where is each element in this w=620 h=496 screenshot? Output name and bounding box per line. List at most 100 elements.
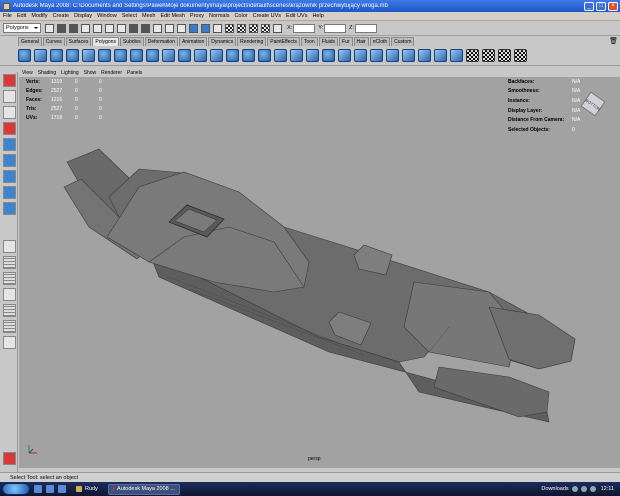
close-button[interactable]: ×	[608, 1, 618, 11]
split-polygon-icon[interactable]	[386, 49, 399, 62]
tab-fur[interactable]: Fur	[339, 37, 353, 46]
menu-help[interactable]: Help	[312, 13, 323, 19]
quicklaunch-icon-1[interactable]	[34, 485, 42, 493]
mirror-geometry-icon[interactable]	[290, 49, 303, 62]
input-mode-icon[interactable]	[273, 23, 282, 33]
layout-persp-outliner-icon[interactable]	[3, 288, 16, 301]
tray-volume-icon[interactable]	[580, 486, 587, 492]
menu-modify[interactable]: Modify	[31, 13, 47, 19]
select-hierarchy-icon[interactable]	[81, 23, 90, 33]
boolean-difference-icon[interactable]	[258, 49, 271, 62]
menu-create-uvs[interactable]: Create UVs	[253, 13, 281, 19]
tab-hair[interactable]: Hair	[353, 37, 369, 46]
x-input[interactable]	[293, 23, 316, 33]
tab-dynamics[interactable]: Dynamics	[208, 37, 237, 46]
menu-display[interactable]: Display	[74, 13, 92, 19]
poly-cube-icon[interactable]	[34, 49, 47, 62]
tab-painteffects[interactable]: PaintEffects	[267, 37, 300, 46]
poly-soccer-icon[interactable]	[178, 49, 191, 62]
maximize-button[interactable]: □	[596, 1, 606, 11]
y-input[interactable]	[324, 23, 347, 33]
render-icon[interactable]	[189, 23, 198, 33]
trash-icon[interactable]: 🗑	[609, 37, 618, 45]
snap-plane-icon[interactable]	[165, 23, 174, 33]
paint-select-tool-icon[interactable]	[3, 106, 16, 119]
taskbar-item-rudy[interactable]: Rudy	[72, 484, 102, 495]
minimize-button[interactable]: _	[584, 1, 594, 11]
tab-rendering[interactable]: Rendering	[237, 37, 267, 46]
checker-icon-b[interactable]	[237, 23, 246, 33]
quicklaunch-icon-2[interactable]	[46, 485, 54, 493]
append-polygon-icon[interactable]	[370, 49, 383, 62]
select-component-icon[interactable]	[105, 23, 114, 33]
tab-ncloth[interactable]: nCloth	[369, 37, 391, 46]
poly-cylinder-icon[interactable]	[50, 49, 63, 62]
uv-spherical-icon[interactable]	[498, 49, 511, 62]
tab-surfaces[interactable]: Surfaces	[65, 37, 92, 46]
poly-pipe-icon[interactable]	[146, 49, 159, 62]
menu-set-select[interactable]: Polygons	[3, 23, 41, 33]
tab-animation[interactable]: Animation	[178, 37, 208, 46]
layout-four-icon[interactable]	[3, 256, 16, 269]
lasso-tool-icon[interactable]	[3, 90, 16, 103]
save-scene-icon[interactable]	[69, 23, 78, 33]
perspective-viewport[interactable]: Verts: 1319 0 0 Edges: 2527 0 0 Faces: 1…	[19, 77, 620, 468]
panel-menu-panels[interactable]: Panels	[127, 70, 142, 76]
menu-edit[interactable]: Edit	[17, 13, 26, 19]
poly-torus-icon[interactable]	[98, 49, 111, 62]
taskbar-item-maya[interactable]: Autodesk Maya 2008 ...	[107, 483, 180, 495]
extrude-icon[interactable]	[338, 49, 351, 62]
offset-edge-loop-icon[interactable]	[418, 49, 431, 62]
uv-automatic-icon[interactable]	[514, 49, 527, 62]
soft-mod-tool-icon[interactable]	[3, 186, 16, 199]
select-object-icon[interactable]	[93, 23, 102, 33]
tab-subdivs[interactable]: Subdivs	[119, 37, 144, 46]
snap-curve-icon[interactable]	[141, 23, 150, 33]
ship-model[interactable]	[19, 77, 620, 468]
poly-prism-icon[interactable]	[114, 49, 127, 62]
sculpt-icon[interactable]	[322, 49, 335, 62]
last-tool-icon[interactable]	[3, 202, 16, 215]
panel-menu-show[interactable]: Show	[84, 70, 97, 76]
checker-icon-a[interactable]	[225, 23, 234, 33]
poly-helix-icon[interactable]	[162, 49, 175, 62]
reduce-icon[interactable]	[306, 49, 319, 62]
panel-menu-shading[interactable]: Shading	[38, 70, 56, 76]
combine-icon[interactable]	[194, 49, 207, 62]
separate-icon[interactable]	[210, 49, 223, 62]
menu-file[interactable]: File	[3, 13, 12, 19]
menu-window[interactable]: Window	[97, 13, 117, 19]
ipr-render-icon[interactable]	[201, 23, 210, 33]
layout-graph-icon[interactable]	[3, 304, 16, 317]
poly-sphere-icon[interactable]	[18, 49, 31, 62]
poly-plane-icon[interactable]	[82, 49, 95, 62]
poly-pyramid-icon[interactable]	[130, 49, 143, 62]
layout-hypershade-icon[interactable]	[3, 320, 16, 333]
tab-deformation[interactable]: Deformation	[144, 37, 178, 46]
checker-icon-c[interactable]	[249, 23, 258, 33]
boolean-union-icon[interactable]	[242, 49, 255, 62]
open-scene-icon[interactable]	[57, 23, 66, 33]
tab-toon[interactable]: Toon	[300, 37, 318, 46]
tray-network-icon[interactable]	[571, 486, 578, 492]
history-icon[interactable]	[177, 23, 186, 33]
script-editor-icon[interactable]	[3, 452, 16, 465]
new-scene-icon[interactable]	[45, 23, 54, 33]
boolean-intersection-icon[interactable]	[274, 49, 287, 62]
tray-antivirus-icon[interactable]	[589, 486, 596, 492]
insert-edge-loop-icon[interactable]	[402, 49, 415, 62]
scale-tool-icon[interactable]	[3, 154, 16, 167]
menu-edit-mesh[interactable]: Edit Mesh	[160, 13, 184, 19]
bridge-icon[interactable]	[354, 49, 367, 62]
quicklaunch-icon-3[interactable]	[58, 485, 66, 493]
merge-icon[interactable]	[434, 49, 447, 62]
checker-icon-d[interactable]	[261, 23, 270, 33]
tab-polygons[interactable]: Polygons	[92, 37, 119, 46]
poly-cone-icon[interactable]	[66, 49, 79, 62]
menu-select[interactable]: Select	[122, 13, 137, 19]
manipulator-tool-icon[interactable]	[3, 170, 16, 183]
z-input[interactable]	[355, 23, 377, 33]
menu-normals[interactable]: Normals	[209, 13, 229, 19]
layout-single-icon[interactable]	[3, 240, 16, 253]
select-tool-icon[interactable]	[3, 74, 16, 87]
